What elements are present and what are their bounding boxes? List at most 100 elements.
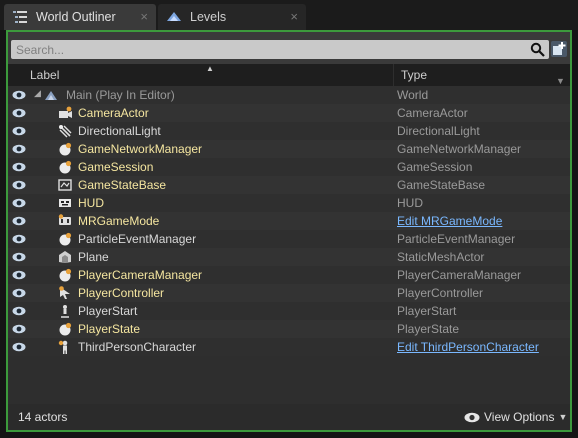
actor-type: GameStateBase: [397, 178, 486, 192]
view-options-button[interactable]: View Options ▼: [464, 408, 567, 426]
actor-type: DirectionalLight: [397, 124, 480, 138]
sphere-actor-icon: [59, 232, 72, 246]
column-label-header[interactable]: Label: [30, 68, 59, 82]
footer-bar: 14 actors View Options ▼: [8, 404, 570, 430]
visibility-eye-icon[interactable]: [12, 342, 26, 352]
sphere-actor-icon: [59, 142, 72, 156]
actor-label: HUD: [78, 196, 104, 210]
visibility-eye-icon[interactable]: [12, 126, 26, 136]
levels-icon: [167, 12, 181, 21]
actor-label: PlayerCameraManager: [78, 268, 203, 282]
outliner-row[interactable]: PlayerStart PlayerStart: [8, 302, 570, 320]
visibility-eye-icon[interactable]: [12, 90, 26, 100]
actor-type: World: [397, 88, 429, 102]
actor-label: Plane: [78, 250, 109, 264]
tab-world-outliner[interactable]: World Outliner ×: [4, 4, 156, 30]
actor-count: 14 actors: [18, 410, 68, 424]
outliner-row[interactable]: GameNetworkManager GameNetworkManager: [8, 140, 570, 158]
outliner-row[interactable]: DirectionalLight DirectionalLight: [8, 122, 570, 140]
search-icon[interactable]: [530, 42, 545, 57]
visibility-eye-icon[interactable]: [12, 270, 26, 280]
actor-type: PlayerController: [397, 286, 484, 300]
search-input[interactable]: [11, 40, 549, 59]
actor-label: PlayerStart: [78, 304, 138, 318]
close-icon[interactable]: ×: [140, 9, 148, 24]
actor-label: PlayerState: [78, 322, 141, 336]
eye-icon: [464, 412, 480, 422]
outliner-row[interactable]: GameStateBase GameStateBase: [8, 176, 570, 194]
outliner-row[interactable]: PlayerState PlayerState: [8, 320, 570, 338]
outliner-row[interactable]: Plane StaticMeshActor: [8, 248, 570, 266]
tab-bar: World Outliner × Levels ×: [0, 0, 578, 30]
actor-label: Main (Play In Editor): [66, 88, 175, 102]
world-icon: [45, 91, 57, 100]
outliner-row[interactable]: ParticleEventManager ParticleEventManager: [8, 230, 570, 248]
view-options-label: View Options: [484, 410, 555, 424]
actor-type: PlayerCameraManager: [397, 268, 522, 282]
visibility-eye-icon[interactable]: [12, 180, 26, 190]
visibility-eye-icon[interactable]: [12, 306, 26, 316]
close-icon[interactable]: ×: [290, 9, 298, 24]
edit-blueprint-link[interactable]: Edit ThirdPersonCharacter: [397, 340, 539, 354]
actor-type: StaticMeshActor: [397, 250, 485, 264]
expand-collapse-icon[interactable]: ◢: [34, 88, 41, 99]
visibility-eye-icon[interactable]: [12, 252, 26, 262]
actor-label: GameSession: [78, 160, 154, 174]
chevron-down-icon: ▼: [558, 412, 568, 422]
outliner-row[interactable]: MRGameMode Edit MRGameMode: [8, 212, 570, 230]
visibility-eye-icon[interactable]: [12, 144, 26, 154]
actor-label: ParticleEventManager: [78, 232, 197, 246]
game-mode-icon: [58, 214, 71, 225]
column-menu-icon[interactable]: ▼: [556, 76, 565, 86]
outliner-list-icon: [13, 11, 27, 23]
tab-levels[interactable]: Levels ×: [158, 4, 306, 30]
add-filter-button[interactable]: [551, 41, 567, 57]
outliner-row[interactable]: PlayerController PlayerController: [8, 284, 570, 302]
actor-label: PlayerController: [78, 286, 165, 300]
actor-type: PlayerStart: [397, 304, 457, 318]
sphere-actor-icon: [59, 160, 72, 174]
actor-label: GameStateBase: [78, 178, 167, 192]
camera-actor-icon: [59, 106, 72, 118]
actor-type: CameraActor: [397, 106, 468, 120]
tab-label: World Outliner: [36, 10, 116, 24]
character-icon: [58, 340, 68, 354]
actor-type: ParticleEventManager: [397, 232, 516, 246]
actor-label: GameNetworkManager: [78, 142, 203, 156]
column-divider[interactable]: [393, 64, 394, 86]
static-mesh-icon: [59, 251, 71, 263]
actor-type: HUD: [397, 196, 423, 210]
directional-light-icon: [59, 125, 72, 138]
outliner-row[interactable]: GameSession GameSession: [8, 158, 570, 176]
actor-list: ◢ Main (Play In Editor) World CameraActor Ca…: [8, 86, 570, 356]
visibility-eye-icon[interactable]: [12, 198, 26, 208]
actor-label: MRGameMode: [78, 214, 160, 228]
outliner-row[interactable]: CameraActor CameraActor: [8, 104, 570, 122]
sphere-actor-icon: [59, 268, 72, 282]
search-row: [8, 32, 570, 64]
outliner-row[interactable]: ThirdPersonCharacter Edit ThirdPersonChar…: [8, 338, 570, 356]
actor-type: GameSession: [397, 160, 473, 174]
actor-label: CameraActor: [78, 106, 149, 120]
column-header: ▲ Label Type ▼: [8, 64, 570, 86]
outliner-row[interactable]: PlayerCameraManager PlayerCameraManager: [8, 266, 570, 284]
actor-type: GameNetworkManager: [397, 142, 522, 156]
column-type-header[interactable]: Type: [401, 68, 427, 82]
actor-type: PlayerState: [397, 322, 460, 336]
sphere-actor-icon: [59, 322, 72, 336]
outliner-row[interactable]: HUD HUD: [8, 194, 570, 212]
edit-blueprint-link[interactable]: Edit MRGameMode: [397, 214, 502, 228]
hud-icon: [59, 199, 71, 207]
outliner-row-world[interactable]: ◢ Main (Play In Editor) World: [8, 86, 570, 104]
visibility-eye-icon[interactable]: [12, 108, 26, 118]
visibility-eye-icon[interactable]: [12, 216, 26, 226]
visibility-eye-icon[interactable]: [12, 288, 26, 298]
sort-ascending-icon[interactable]: ▲: [206, 64, 214, 73]
visibility-eye-icon[interactable]: [12, 162, 26, 172]
visibility-eye-icon[interactable]: [12, 324, 26, 334]
visibility-eye-icon[interactable]: [12, 234, 26, 244]
player-controller-icon: [59, 286, 70, 299]
player-start-icon: [61, 305, 69, 318]
world-outliner-panel: ▲ Label Type ▼ ◢ Main (Play In Editor) Wor…: [6, 30, 572, 432]
actor-label: DirectionalLight: [78, 124, 161, 138]
